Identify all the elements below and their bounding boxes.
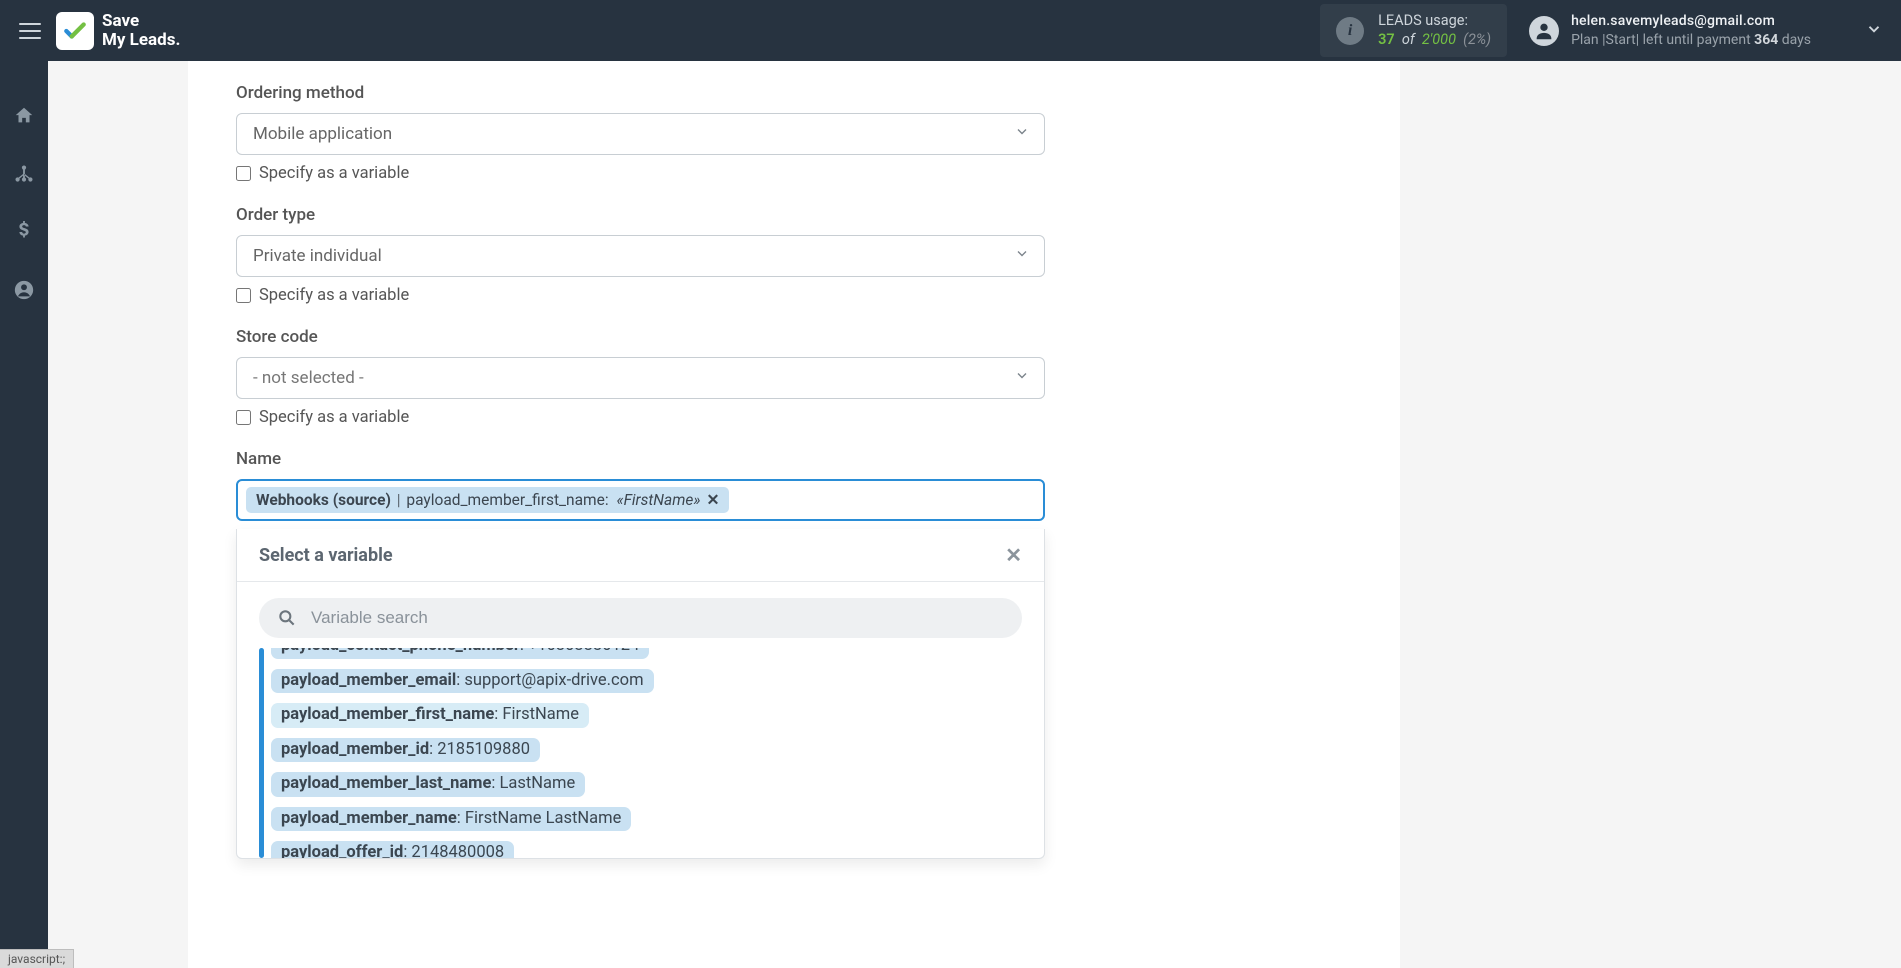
logo-icon — [56, 12, 94, 50]
list-indicator — [259, 648, 264, 858]
sidebar — [0, 61, 48, 968]
topbar: Save My Leads. i LEADS usage: 37 of 2'00… — [0, 0, 1901, 61]
variable-option[interactable]: payload_member_first_name: FirstName — [271, 703, 589, 728]
variable-option[interactable]: payload_member_email: support@apix-drive… — [271, 669, 654, 694]
label-name: Name — [236, 449, 1045, 469]
user-menu-chevron[interactable] — [1865, 20, 1883, 42]
variable-option[interactable]: payload_member_last_name: LastName — [271, 772, 585, 797]
checkbox-order-type-variable[interactable]: Specify as a variable — [236, 286, 1045, 305]
checkbox-input[interactable] — [236, 288, 251, 303]
sidebar-item-account[interactable] — [0, 275, 48, 305]
chevron-down-icon — [1014, 368, 1030, 389]
hamburger-button[interactable] — [12, 13, 48, 49]
chevron-down-icon — [1014, 246, 1030, 267]
hamburger-icon — [19, 23, 41, 39]
field-order-type: Order type Private individual Specify as… — [236, 205, 1045, 305]
variable-option[interactable]: payload_offer_id: 2148480008 — [271, 841, 514, 858]
variable-tag[interactable]: Webhooks (source) | payload_member_first… — [246, 487, 729, 513]
user-email: helen.savemyleads@gmail.com — [1571, 12, 1811, 31]
variable-option[interactable]: payload_member_name: FirstName LastName — [271, 807, 631, 832]
sidebar-item-home[interactable] — [0, 101, 48, 131]
logo-text: Save My Leads. — [102, 12, 180, 49]
search-input[interactable] — [311, 608, 1004, 628]
user-plan: Plan |Start| left until payment 364 days — [1571, 31, 1811, 50]
checkbox-input[interactable] — [236, 166, 251, 181]
dropdown-header: Select a variable ✕ — [237, 529, 1044, 582]
label-store-code: Store code — [236, 327, 1045, 347]
variable-list: payload_contact_phone_number: +103033301… — [237, 648, 1044, 858]
main-area: Ordering method Mobile application Speci… — [48, 61, 1901, 968]
select-store-code[interactable]: - not selected - — [236, 357, 1045, 399]
select-order-type[interactable]: Private individual — [236, 235, 1045, 277]
leads-usage-box[interactable]: i LEADS usage: 37 of 2'000 (2%) — [1320, 4, 1507, 58]
status-bar-hint: javascript:; — [0, 949, 74, 968]
chevron-down-icon — [1014, 124, 1030, 145]
leads-text: LEADS usage: 37 of 2'000 (2%) — [1378, 12, 1491, 50]
info-icon: i — [1336, 17, 1364, 45]
form-panel: Ordering method Mobile application Speci… — [188, 61, 1400, 968]
checkbox-input[interactable] — [236, 410, 251, 425]
close-icon[interactable]: ✕ — [1005, 543, 1022, 567]
user-block[interactable]: helen.savemyleads@gmail.com Plan |Start|… — [1529, 12, 1889, 50]
field-store-code: Store code - not selected - Specify as a… — [236, 327, 1045, 427]
label-ordering-method: Ordering method — [236, 83, 1045, 103]
label-order-type: Order type — [236, 205, 1045, 225]
input-name[interactable]: Webhooks (source) | payload_member_first… — [236, 479, 1045, 521]
leads-used: 37 — [1378, 31, 1395, 48]
search-icon — [277, 608, 297, 628]
variable-option[interactable]: payload_member_id: 2185109880 — [271, 738, 540, 763]
user-text: helen.savemyleads@gmail.com Plan |Start|… — [1571, 12, 1811, 50]
select-ordering-method[interactable]: Mobile application — [236, 113, 1045, 155]
logo-line2: My Leads. — [102, 31, 180, 50]
checkbox-store-code-variable[interactable]: Specify as a variable — [236, 408, 1045, 427]
sidebar-item-connections[interactable] — [0, 159, 48, 189]
logo-line1: Save — [102, 12, 180, 31]
variable-option[interactable]: payload_contact_phone_number: +103033301… — [271, 648, 649, 659]
remove-tag-icon[interactable]: ✕ — [706, 491, 719, 509]
sidebar-item-billing[interactable] — [0, 217, 48, 247]
avatar-icon — [1529, 16, 1559, 46]
leads-label: LEADS usage: — [1378, 12, 1491, 31]
variable-dropdown: Select a variable ✕ payload_contact_phon… — [236, 529, 1045, 859]
dropdown-title: Select a variable — [259, 545, 393, 566]
field-name: Name Webhooks (source) | payload_member_… — [236, 449, 1045, 521]
checkbox-ordering-method-variable[interactable]: Specify as a variable — [236, 164, 1045, 183]
field-ordering-method: Ordering method Mobile application Speci… — [236, 83, 1045, 183]
search-field[interactable] — [259, 598, 1022, 638]
